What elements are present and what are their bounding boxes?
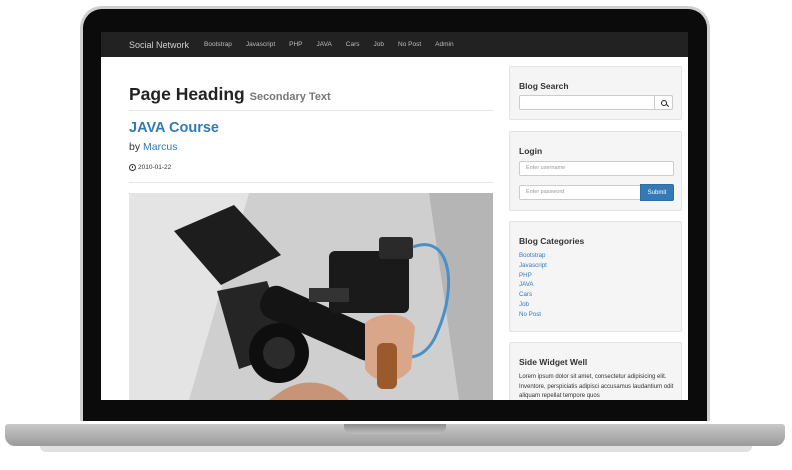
category-link-job[interactable]: Job (519, 300, 547, 310)
navbar-brand[interactable]: Social Network (129, 40, 189, 50)
category-link-javascript[interactable]: Javascript (519, 261, 547, 271)
category-link-java[interactable]: JAVA (519, 280, 547, 290)
laptop-shadow (40, 446, 752, 452)
username-input[interactable]: Enter username (519, 161, 674, 176)
login-well: Login Enter username Enter password Subm… (509, 131, 682, 211)
camera-rig-illustration (129, 193, 493, 400)
category-list: Bootstrap Javascript PHP JAVA Cars Job N… (519, 251, 547, 320)
nav-link-javascript[interactable]: Javascript (246, 41, 275, 48)
nav-link-admin[interactable]: Admin (435, 41, 453, 48)
post-image (129, 193, 493, 400)
date-divider (129, 182, 493, 183)
blog-search-title: Blog Search (519, 81, 569, 91)
side-widget-well: Side Widget Well Lorem ipsum dolor sit a… (509, 342, 682, 400)
nav-link-cars[interactable]: Cars (346, 41, 360, 48)
category-link-no-post[interactable]: No Post (519, 310, 547, 320)
blog-categories-title: Blog Categories (519, 236, 585, 246)
password-input[interactable]: Enter password (519, 185, 641, 200)
main-content: Page Heading Secondary Text JAVA Course … (129, 57, 493, 400)
side-widget-text: Lorem ipsum dolor sit amet, consectetur … (519, 374, 674, 399)
side-widget-title: Side Widget Well (519, 357, 588, 367)
top-navbar: Social Network Bootstrap Javascript PHP … (101, 32, 688, 57)
category-link-bootstrap[interactable]: Bootstrap (519, 251, 547, 261)
nav-link-bootstrap[interactable]: Bootstrap (204, 41, 232, 48)
category-link-cars[interactable]: Cars (519, 290, 547, 300)
blog-search-button[interactable] (655, 95, 673, 110)
clock-icon (129, 164, 136, 171)
post-title[interactable]: JAVA Course (129, 120, 219, 136)
page-heading: Page Heading Secondary Text (129, 84, 331, 105)
nav-link-java[interactable]: JAVA (317, 41, 332, 48)
nav-link-no-post[interactable]: No Post (398, 41, 421, 48)
nav-link-job[interactable]: Job (374, 41, 384, 48)
submit-button[interactable]: Submit (640, 184, 674, 201)
blog-search-well: Blog Search (509, 66, 682, 120)
blog-categories-well: Blog Categories Bootstrap Javascript PHP… (509, 221, 682, 332)
laptop-notch (344, 424, 446, 434)
heading-divider (129, 110, 493, 111)
page-heading-text: Page Heading (129, 84, 245, 104)
page-heading-secondary: Secondary Text (249, 91, 331, 103)
category-link-php[interactable]: PHP (519, 271, 547, 281)
post-author-link[interactable]: Marcus (143, 141, 177, 153)
byline-label: by (129, 141, 141, 153)
post-date-text: 2010-01-22 (138, 164, 172, 171)
post-date: 2010-01-22 (129, 164, 171, 171)
blog-search-input[interactable] (519, 95, 655, 110)
search-icon (660, 99, 667, 106)
post-byline: by Marcus (129, 141, 177, 153)
nav-link-php[interactable]: PHP (289, 41, 302, 48)
laptop-screen: Social Network Bootstrap Javascript PHP … (101, 32, 688, 400)
login-title: Login (519, 146, 543, 156)
